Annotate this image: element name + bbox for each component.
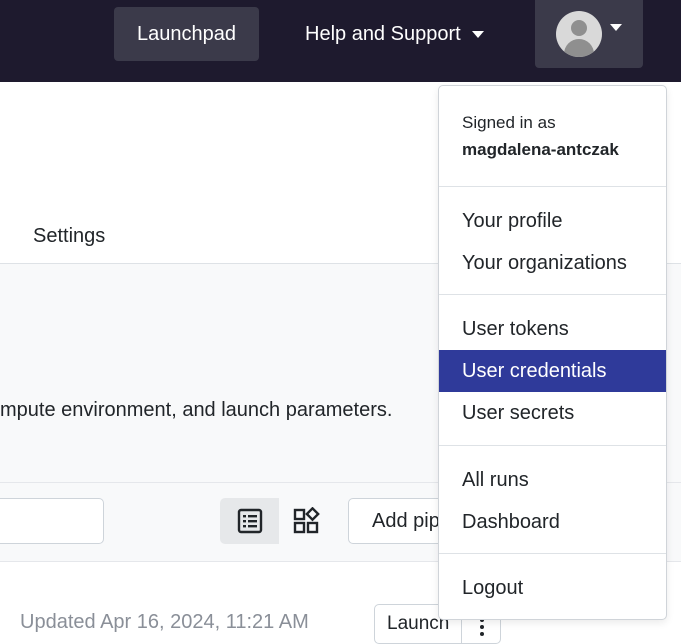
grid-view-icon [293, 507, 320, 534]
page-description: mpute environment, and launch parameters… [0, 399, 393, 421]
launchpad-link[interactable]: Launchpad [114, 7, 259, 61]
menu-item-your-organizations[interactable]: Your organizations [439, 242, 666, 284]
menu-divider [439, 553, 666, 554]
caret-down-icon [471, 30, 484, 38]
top-navbar: Launchpad Help and Support [0, 0, 681, 82]
menu-divider [439, 294, 666, 295]
help-support-label: Help and Support [305, 22, 461, 45]
username-label: magdalena-antczak [462, 140, 619, 159]
grid-view-button[interactable] [279, 498, 335, 544]
menu-item-user-secrets[interactable]: User secrets [439, 392, 666, 434]
menu-divider [439, 445, 666, 446]
menu-divider [439, 186, 666, 187]
signed-in-label: Signed in as [462, 113, 556, 132]
updated-timestamp: Updated Apr 16, 2024, 11:21 AM [20, 611, 309, 633]
menu-item-user-tokens[interactable]: User tokens [439, 308, 666, 350]
user-dropdown-menu: Signed in as magdalena-antczak Your prof… [438, 85, 667, 620]
caret-down-icon [610, 23, 622, 31]
menu-item-user-credentials[interactable]: User credentials [439, 350, 666, 392]
list-view-button[interactable] [220, 498, 279, 544]
list-view-icon [237, 508, 262, 534]
menu-item-dashboard[interactable]: Dashboard [439, 501, 666, 543]
user-menu-toggle[interactable] [535, 0, 643, 68]
menu-item-logout[interactable]: Logout [439, 567, 666, 609]
menu-item-all-runs[interactable]: All runs [439, 459, 666, 501]
menu-item-your-profile[interactable]: Your profile [439, 200, 666, 242]
tab-settings[interactable]: Settings [33, 225, 105, 248]
avatar-icon [556, 11, 602, 57]
search-input[interactable] [0, 498, 104, 544]
help-support-dropdown[interactable]: Help and Support [305, 7, 484, 61]
